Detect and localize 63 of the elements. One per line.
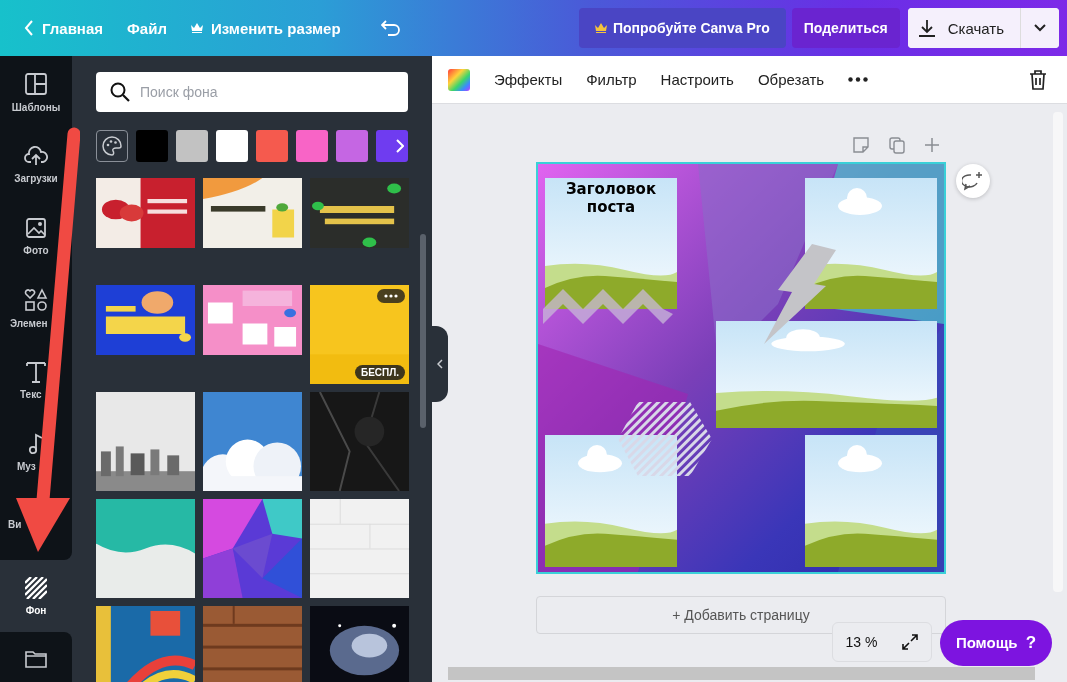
copy-icon[interactable] (888, 136, 906, 154)
try-pro-button[interactable]: Попробуйте Canva Pro (578, 8, 786, 48)
crown-icon (594, 23, 607, 33)
search-field[interactable]: Поиск фона (96, 72, 408, 112)
color-swatch[interactable] (176, 130, 208, 162)
note-icon[interactable] (852, 136, 870, 154)
folder-icon (25, 650, 47, 668)
toolbar-button[interactable]: Эффекты (494, 71, 563, 88)
plus-icon[interactable] (924, 137, 940, 153)
download-button[interactable]: Скачать (907, 8, 1021, 48)
sidebar-item[interactable]: Шаблоны (0, 56, 72, 128)
music-note-icon (28, 432, 44, 455)
sidebar-label: Муз (16, 460, 36, 472)
help-button[interactable]: Помощь ? (940, 620, 1052, 666)
horizontal-scrollbar[interactable] (448, 667, 1035, 680)
download-icon (917, 19, 936, 37)
search-icon (110, 82, 130, 102)
sidebar-label: Элемен (9, 317, 48, 329)
toolbar-button[interactable]: Фильтр (586, 71, 637, 88)
trash-icon[interactable] (1029, 69, 1047, 90)
color-palette-button[interactable] (96, 130, 128, 162)
text-icon (26, 360, 46, 383)
sidebar-label: Фото (23, 244, 49, 256)
layout-icon (24, 71, 48, 96)
sidebar-label: Шаблоны (11, 101, 61, 113)
zoom-level[interactable]: 13 % (845, 634, 878, 650)
sidebar-item[interactable]: Загрузки (0, 128, 72, 200)
toolbar-button[interactable]: Настроить (660, 71, 734, 88)
folder-button[interactable] (0, 632, 72, 682)
more-options-button[interactable] (377, 289, 405, 303)
chevron-right-icon (396, 139, 404, 153)
shapes-icon (24, 287, 48, 312)
sidebar-label: Загрузки (14, 172, 58, 184)
cloud-upload-icon (24, 144, 48, 167)
color-swatch[interactable] (296, 130, 328, 162)
color-swatch[interactable] (136, 130, 168, 162)
caret-icon (1034, 24, 1046, 32)
toolbar-button[interactable]: Обрезать (757, 71, 825, 88)
more-icon (384, 294, 398, 298)
color-swatch[interactable] (376, 130, 408, 162)
add-comment-button[interactable] (956, 164, 990, 198)
back-icon (24, 20, 34, 36)
share-button[interactable]: Поделиться (791, 8, 900, 48)
color-swatch[interactable] (336, 130, 368, 162)
palette-icon (102, 136, 122, 156)
chevron-left-icon (437, 359, 443, 369)
sidebar-label: Ви (7, 518, 22, 530)
expand-icon[interactable] (902, 634, 919, 650)
color-swatch[interactable] (256, 130, 288, 162)
sidebar-label: Текс (19, 388, 42, 400)
image-icon (25, 216, 47, 239)
add-page-button[interactable]: + Добавить страницу (536, 596, 946, 634)
color-picker-icon[interactable] (448, 68, 470, 91)
sidebar-label: Фон (25, 604, 47, 616)
scrollbar[interactable] (420, 234, 426, 428)
undo-icon[interactable] (380, 20, 401, 36)
color-swatch[interactable] (216, 130, 248, 162)
more-icon[interactable] (848, 77, 869, 82)
comment-plus-icon (962, 171, 984, 191)
photo-frame[interactable] (545, 178, 677, 309)
crown-icon (190, 23, 203, 33)
collapse-panel-button[interactable] (432, 326, 448, 402)
free-badge: БЕСПЛ. (354, 365, 405, 380)
